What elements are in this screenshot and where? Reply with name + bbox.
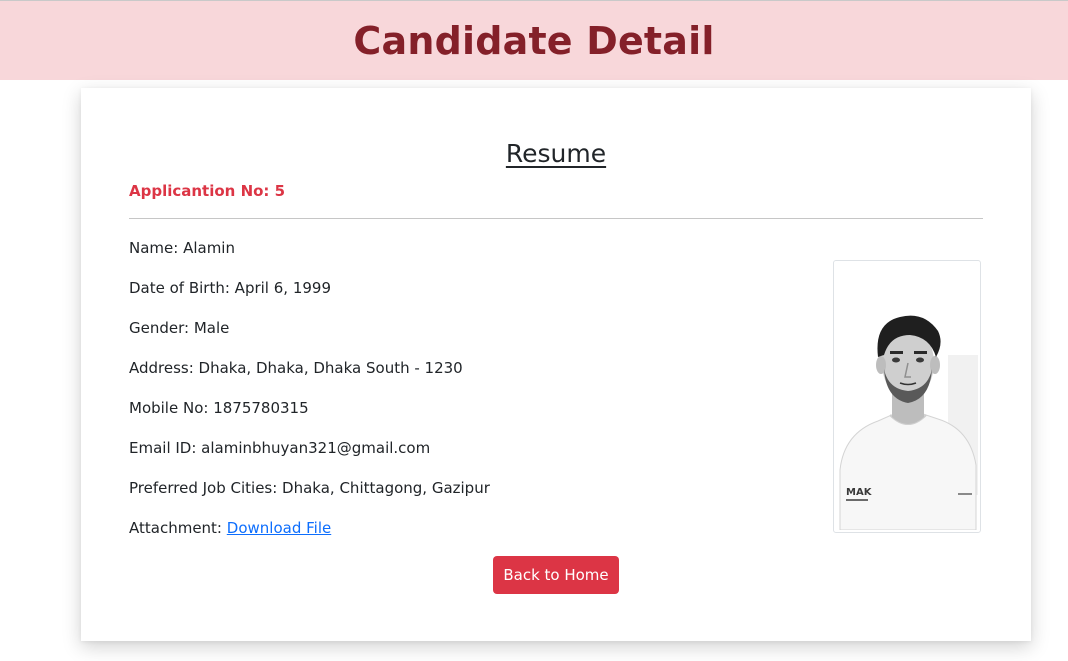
resume-card: Resume Applicantion No: 5 Name: Alamin D… xyxy=(81,88,1031,641)
divider xyxy=(129,218,983,219)
candidate-job-cities: Preferred Job Cities: Dhaka, Chittagong,… xyxy=(129,479,490,497)
candidate-photo: MAK xyxy=(838,265,978,530)
page-header: Candidate Detail xyxy=(0,1,1068,80)
candidate-address: Address: Dhaka, Dhaka, Dhaka South - 123… xyxy=(129,359,463,377)
attachment-label: Attachment: xyxy=(129,519,222,537)
resume-title: Resume xyxy=(505,139,607,168)
candidate-photo-frame: MAK xyxy=(833,260,981,533)
back-to-home-button[interactable]: Back to Home xyxy=(493,556,619,594)
download-file-link[interactable]: Download File xyxy=(227,519,331,537)
candidate-name: Name: Alamin xyxy=(129,239,235,257)
candidate-gender: Gender: Male xyxy=(129,319,230,337)
application-number: Applicantion No: 5 xyxy=(129,182,286,200)
shirt-print: MAK xyxy=(846,487,873,498)
candidate-attachment: Attachment: Download File xyxy=(129,519,331,537)
page-title: Candidate Detail xyxy=(353,18,715,63)
candidate-email: Email ID: alaminbhuyan321@gmail.com xyxy=(129,439,431,457)
candidate-mobile: Mobile No: 1875780315 xyxy=(129,399,309,417)
candidate-dob: Date of Birth: April 6, 1999 xyxy=(129,279,331,297)
